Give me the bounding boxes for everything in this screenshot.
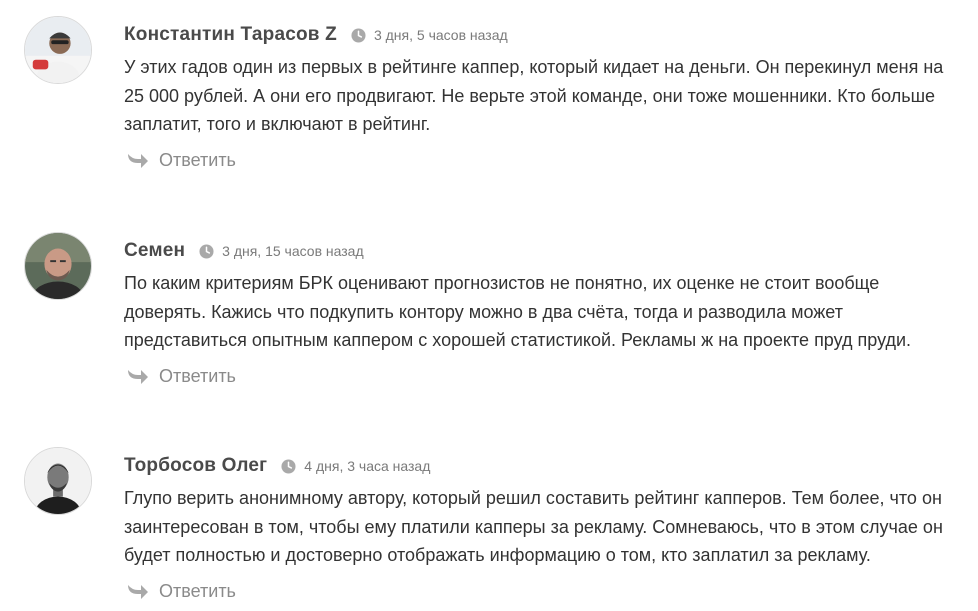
- reply-arrow-icon: [125, 581, 149, 601]
- clock-icon: [199, 243, 214, 259]
- comment-author: Семен: [124, 240, 186, 261]
- reply-button[interactable]: Ответить: [125, 148, 236, 172]
- reply-arrow-icon: [125, 150, 149, 170]
- clock-icon: [281, 458, 296, 474]
- comment-text: По каким критериям БРК оценивают прогноз…: [124, 273, 912, 350]
- avatar[interactable]: [24, 447, 92, 515]
- comment-time: 4 дня, 3 часа назад: [304, 458, 431, 474]
- comment-author: Константин Тарасов Z: [124, 24, 337, 45]
- comment-time: 3 дня, 15 часов назад: [222, 243, 364, 259]
- avatar[interactable]: [24, 232, 92, 300]
- reply-label: Ответить: [159, 149, 236, 170]
- comment-text: Глупо верить анонимному автору, который …: [124, 488, 943, 565]
- avatar[interactable]: [24, 16, 92, 84]
- reply-button[interactable]: Ответить: [125, 364, 236, 388]
- reply-button[interactable]: Ответить: [125, 579, 236, 603]
- comment-author: Торбосов Олег: [124, 455, 268, 476]
- comment-text: У этих гадов один из первых в рейтинге к…: [124, 57, 944, 134]
- clock-icon: [351, 27, 366, 43]
- comment-time: 3 дня, 5 часов назад: [373, 27, 508, 43]
- reply-arrow-icon: [125, 366, 149, 386]
- reply-label: Ответить: [159, 580, 236, 601]
- reply-label: Ответить: [159, 365, 236, 386]
